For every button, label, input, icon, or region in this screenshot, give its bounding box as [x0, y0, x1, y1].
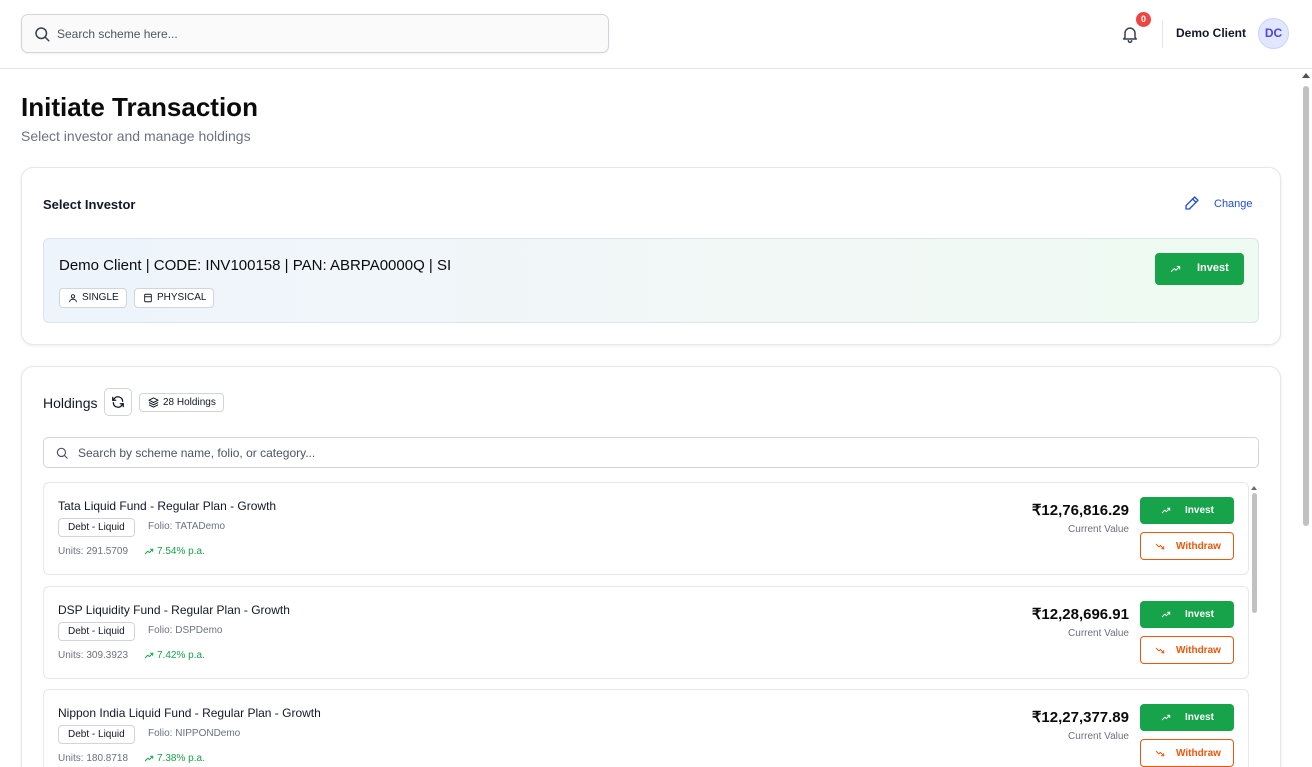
units-held: Units: 180.8718 — [58, 753, 129, 764]
user-name: Demo Client — [1176, 26, 1247, 40]
category-badge: Debt - Liquid — [58, 518, 135, 537]
header-divider — [1162, 20, 1163, 48]
holding-row: DSP Liquidity Fund - Regular Plan - Grow… — [43, 586, 1249, 679]
holding-mode-tag: SINGLE — [59, 288, 127, 308]
folio-number: Folio: DSPDemo — [148, 625, 223, 636]
demat-mode-label: PHYSICAL — [157, 292, 207, 303]
trending-up-icon — [144, 548, 154, 555]
bell-icon[interactable] — [1120, 23, 1140, 45]
current-value: ₹12,76,816.29 — [1031, 502, 1129, 519]
search-icon — [35, 27, 50, 42]
returns-value: 7.38% p.a. — [157, 753, 205, 764]
units-held: Units: 309.3923 — [58, 650, 129, 661]
trending-up-icon — [1161, 611, 1171, 618]
category-badge: Debt - Liquid — [58, 725, 135, 744]
invest-label: Invest — [1185, 505, 1214, 516]
investor-invest-button[interactable]: Invest — [1155, 253, 1244, 285]
holdings-list: Tata Liquid Fund - Regular Plan - Growth… — [43, 482, 1259, 767]
current-value-label: Current Value — [1068, 731, 1129, 742]
trending-up-icon — [1161, 714, 1171, 721]
investor-summary: Demo Client | CODE: INV100158 | PAN: ABR… — [43, 238, 1259, 323]
returns-rate: 7.54% p.a. — [144, 546, 205, 557]
holding-mode-label: SINGLE — [82, 292, 119, 303]
withdraw-button[interactable]: Withdraw — [1140, 636, 1234, 664]
invest-button[interactable]: Invest — [1140, 704, 1234, 731]
folio-number: Folio: TATADemo — [148, 521, 226, 532]
trending-up-icon — [144, 755, 154, 762]
page-scrollbar-thumb[interactable] — [1303, 86, 1309, 526]
scheme-name: Tata Liquid Fund - Regular Plan - Growth — [58, 499, 277, 513]
pencil-icon — [1185, 196, 1199, 210]
layers-icon — [148, 397, 159, 408]
folio-number: Folio: NIPPONDemo — [148, 728, 241, 739]
invest-button[interactable]: Invest — [1140, 497, 1234, 524]
returns-rate: 7.42% p.a. — [144, 650, 205, 661]
scheme-search-input[interactable] — [57, 15, 597, 52]
trending-down-icon — [1155, 543, 1165, 550]
withdraw-button[interactable]: Withdraw — [1140, 739, 1234, 767]
category-badge: Debt - Liquid — [58, 622, 135, 641]
holdings-search-box[interactable] — [43, 437, 1259, 468]
holding-row: Tata Liquid Fund - Regular Plan - Growth… — [43, 482, 1249, 575]
holdings-search-input[interactable] — [78, 438, 1248, 467]
select-investor-heading: Select Investor — [43, 197, 136, 212]
scheme-search-box[interactable] — [21, 14, 609, 53]
holdings-card: Holdings 28 Holdings Tata Liquid Fund - … — [21, 366, 1281, 767]
current-value-label: Current Value — [1068, 628, 1129, 639]
refresh-holdings-button[interactable] — [104, 388, 132, 416]
withdraw-label: Withdraw — [1176, 645, 1221, 656]
withdraw-label: Withdraw — [1176, 541, 1221, 552]
scheme-name: DSP Liquidity Fund - Regular Plan - Grow… — [58, 603, 290, 617]
holding-row: Nippon India Liquid Fund - Regular Plan … — [43, 689, 1249, 767]
withdraw-label: Withdraw — [1176, 748, 1221, 759]
notification-count-badge: 0 — [1136, 12, 1151, 27]
user-icon — [69, 294, 77, 303]
investor-details: Demo Client | CODE: INV100158 | PAN: ABR… — [59, 257, 452, 274]
trending-down-icon — [1155, 750, 1165, 757]
page-title: Initiate Transaction — [21, 92, 258, 122]
avatar[interactable]: DC — [1258, 18, 1289, 49]
trending-up-icon — [1170, 266, 1181, 272]
refresh-icon — [112, 396, 124, 408]
current-value: ₹12,27,377.89 — [1031, 709, 1129, 726]
invest-label: Invest — [1185, 609, 1214, 620]
trending-down-icon — [1155, 647, 1165, 654]
trending-up-icon — [144, 652, 154, 659]
page-scroll-up-arrow[interactable] — [1302, 73, 1310, 78]
holdings-count-label: 28 Holdings — [163, 397, 216, 408]
current-value-label: Current Value — [1068, 524, 1129, 535]
holdings-count-badge: 28 Holdings — [139, 393, 224, 412]
demat-mode-tag: PHYSICAL — [134, 288, 215, 308]
returns-rate: 7.38% p.a. — [144, 753, 205, 764]
change-label: Change — [1214, 198, 1253, 210]
page-subtitle: Select investor and manage holdings — [21, 128, 251, 144]
invest-button[interactable]: Invest — [1140, 601, 1234, 628]
invest-label: Invest — [1197, 262, 1229, 274]
file-icon — [144, 293, 152, 303]
change-investor-button[interactable]: Change — [1184, 194, 1264, 214]
current-value: ₹12,28,696.91 — [1031, 606, 1129, 623]
returns-value: 7.42% p.a. — [157, 650, 205, 661]
holdings-heading: Holdings — [43, 395, 98, 411]
trending-up-icon — [1161, 507, 1171, 514]
top-bar: 0 Demo Client DC — [0, 0, 1312, 69]
select-investor-card: Select Investor Change Demo Client | COD… — [21, 167, 1281, 345]
scheme-name: Nippon India Liquid Fund - Regular Plan … — [58, 706, 321, 720]
search-icon — [56, 447, 68, 459]
units-held: Units: 291.5709 — [58, 546, 129, 557]
invest-label: Invest — [1185, 712, 1214, 723]
returns-value: 7.54% p.a. — [157, 546, 205, 557]
withdraw-button[interactable]: Withdraw — [1140, 532, 1234, 560]
